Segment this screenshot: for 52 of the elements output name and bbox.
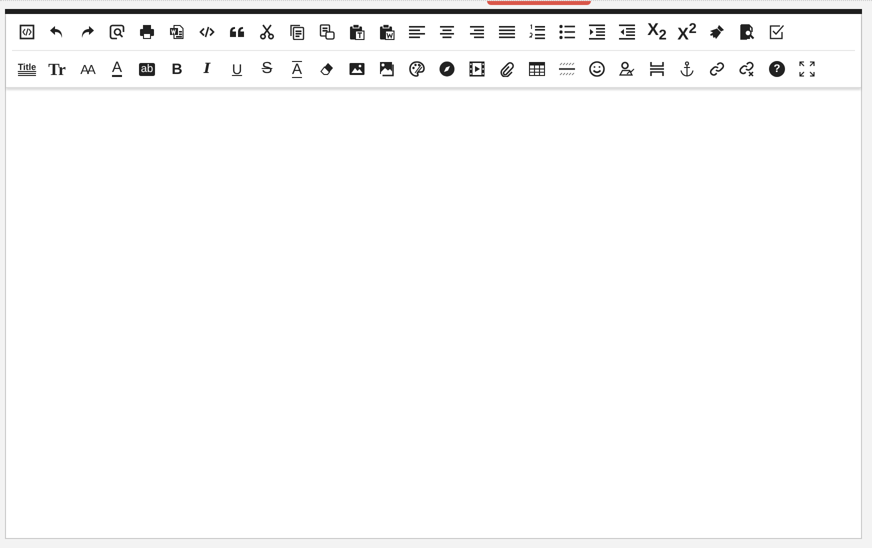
paperclip-icon [499,61,515,77]
font-size-button[interactable]: AA [72,55,102,83]
numbered-list-icon [529,24,545,40]
checkbox-icon [769,24,785,40]
copy-icon [289,24,305,40]
horizontal-rule-icon [559,61,575,77]
font-family-button[interactable]: Tr [42,55,72,83]
source-icon [19,24,35,40]
underline-button[interactable]: U [222,55,252,83]
clipboard-icon [379,24,395,40]
quote-icon [229,24,245,40]
justify-icon [499,24,515,40]
italic-button[interactable]: I [192,55,222,83]
highlight-button[interactable]: ab [132,55,162,83]
font-color-button[interactable]: A [102,55,132,83]
bullet-list-icon [559,24,575,40]
image-icon [349,61,365,77]
eraser-icon [319,61,335,77]
undo-icon [49,24,65,40]
fullscreen-icon [799,61,815,77]
palette-icon [409,61,425,77]
image-frame-icon [379,61,395,77]
align-left-icon [409,24,425,40]
redo-icon [79,24,95,40]
title-button[interactable]: Title [12,55,42,83]
smiley-icon [589,61,605,77]
word-document-icon [169,24,185,40]
page-break-icon [649,61,665,77]
scissors-icon [259,24,275,40]
outdent-icon [619,24,635,40]
help-button[interactable]: ? [762,55,792,83]
anchor-icon [679,61,695,77]
printer-icon [139,24,155,40]
search-icon [109,24,125,40]
code-icon [199,24,215,40]
brush-icon [709,24,725,40]
indent-icon [589,24,605,40]
table-icon [529,61,545,77]
compass-icon [439,61,455,77]
link-icon [709,61,725,77]
clipboard-icon [349,24,365,40]
unlink-icon [739,61,755,77]
bold-button[interactable]: B [162,55,192,83]
document-search-icon [739,24,755,40]
subscript-button[interactable]: X$_{2}$ [642,18,672,46]
superscript-button[interactable]: X$^{2}$ [672,18,702,46]
text-bg-button[interactable]: A [282,55,312,83]
align-center-icon [439,24,455,40]
film-icon [469,61,485,77]
align-right-icon [469,24,485,40]
document-copy-icon [319,24,335,40]
strike-button[interactable]: S [252,55,282,83]
